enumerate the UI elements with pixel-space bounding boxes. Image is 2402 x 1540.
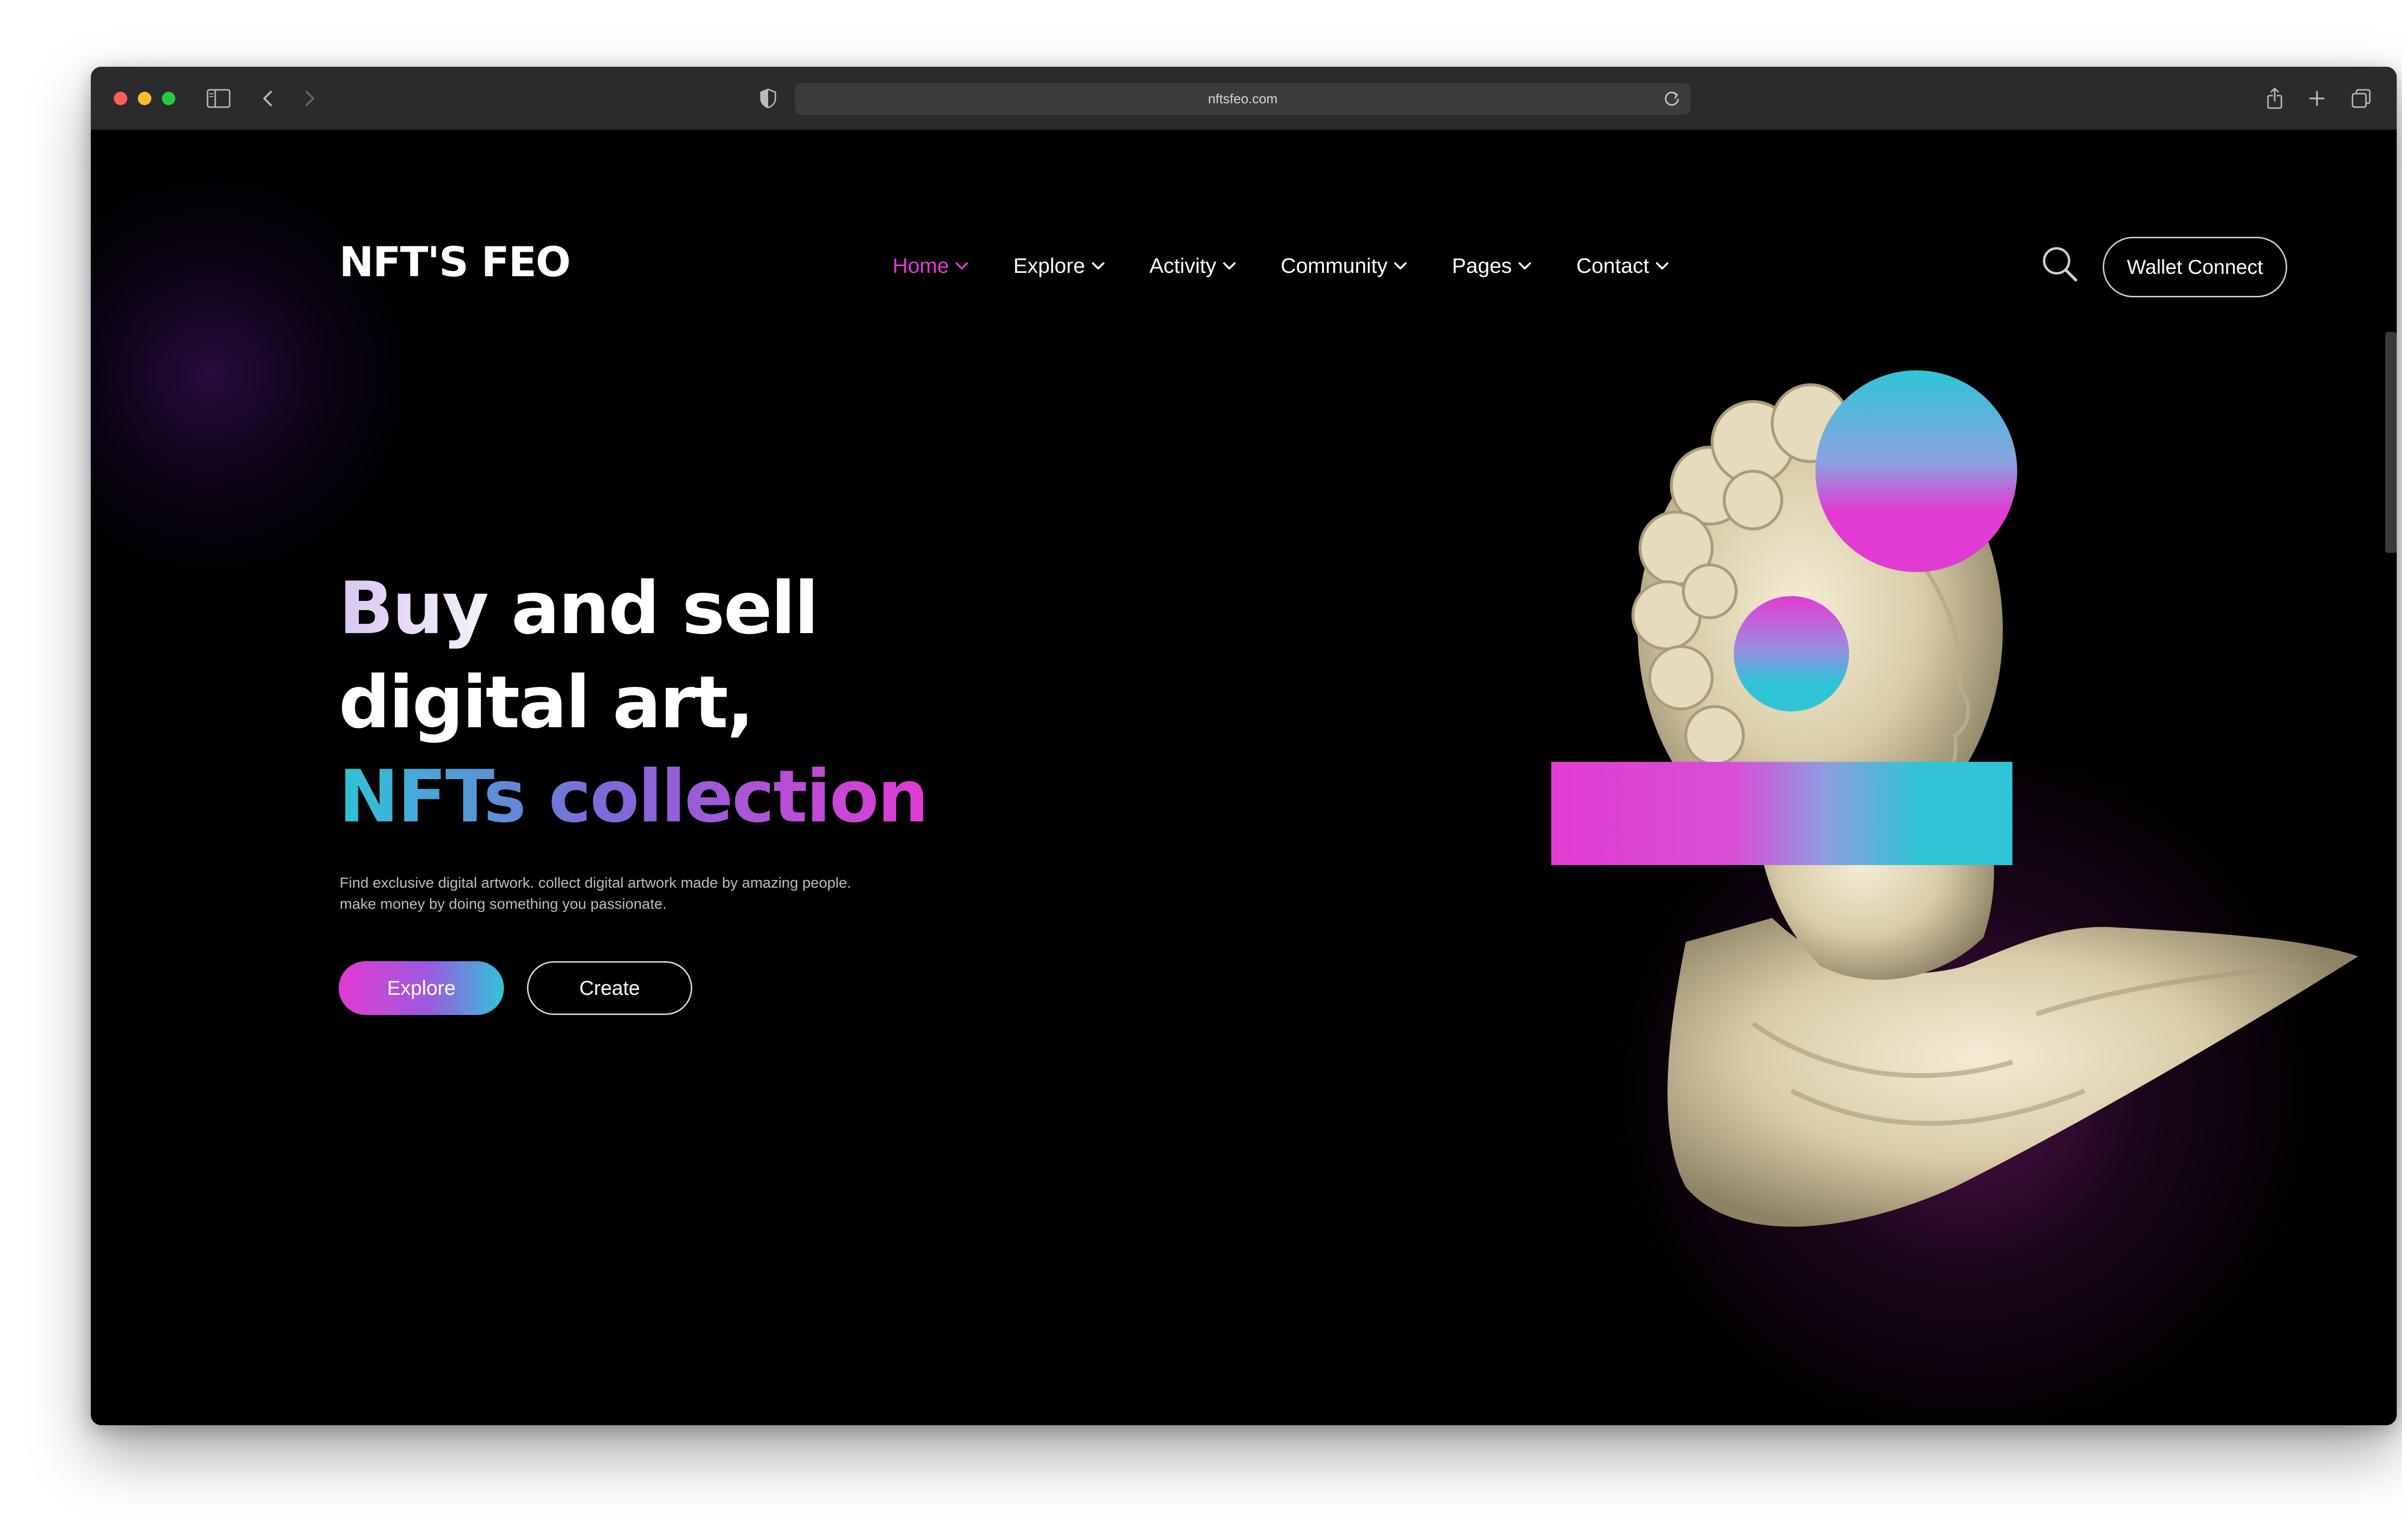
sidebar-icon[interactable] xyxy=(205,85,232,112)
minimize-window-button[interactable] xyxy=(138,92,151,105)
chevron-down-icon xyxy=(1655,262,1668,269)
reload-icon[interactable] xyxy=(1662,89,1682,109)
forward-icon[interactable] xyxy=(296,85,323,112)
shield-icon[interactable] xyxy=(755,85,782,112)
wallet-connect-button[interactable]: Wallet Connect xyxy=(2103,237,2287,297)
page-scrollbar[interactable] xyxy=(2385,332,2397,553)
hero-description: Find exclusive digital artwork. collect … xyxy=(340,872,935,915)
statue-artwork xyxy=(1551,370,2358,1227)
nav-item-community[interactable]: Community xyxy=(1281,254,1408,278)
hero-title: Buy and sell digital art, NFTs collectio… xyxy=(339,562,1107,844)
maximize-window-button[interactable] xyxy=(162,92,175,105)
hero-description-line-1: Find exclusive digital artwork. collect … xyxy=(340,874,851,891)
chevron-down-icon xyxy=(1394,262,1407,269)
browser-window: nftsfeo.com NFT'S FEO Home Explore Activ… xyxy=(91,67,2397,1425)
hero-description-line-2: make money by doing something you passio… xyxy=(340,895,667,912)
nav-item-label: Explore xyxy=(1013,254,1085,278)
chevron-down-icon xyxy=(1519,262,1532,269)
browser-titlebar: nftsfeo.com xyxy=(91,67,2397,130)
hero-title-line-2: digital art, xyxy=(339,661,754,745)
chevron-down-icon xyxy=(1091,262,1104,269)
new-tab-icon[interactable] xyxy=(2304,85,2330,112)
background-glow-left xyxy=(91,159,427,591)
share-icon[interactable] xyxy=(2261,85,2288,112)
main-nav: Home Explore Activity Community Pages Co… xyxy=(893,254,1714,278)
nav-item-label: Contact xyxy=(1576,254,1649,278)
gradient-bar xyxy=(1551,762,2012,865)
site-logo[interactable]: NFT'S FEO xyxy=(339,238,571,286)
hero-title-line-1: Buy and sell xyxy=(339,562,1107,656)
nav-item-label: Community xyxy=(1280,254,1388,278)
pink-cyan-sphere xyxy=(1734,596,1849,711)
nav-item-contact[interactable]: Contact xyxy=(1576,254,1669,278)
create-button[interactable]: Create xyxy=(527,961,692,1015)
nav-item-activity[interactable]: Activity xyxy=(1150,254,1237,278)
tabs-icon[interactable] xyxy=(2348,85,2375,112)
nav-item-pages[interactable]: Pages xyxy=(1452,254,1532,278)
explore-button[interactable]: Explore xyxy=(339,961,504,1015)
nav-item-label: Pages xyxy=(1452,254,1512,278)
chevron-down-icon xyxy=(1223,262,1236,269)
nav-item-explore[interactable]: Explore xyxy=(1013,254,1105,278)
hero-title-line-3: NFTs collection xyxy=(339,750,929,844)
nav-item-label: Activity xyxy=(1149,254,1216,278)
close-window-button[interactable] xyxy=(114,92,127,105)
webpage: NFT'S FEO Home Explore Activity Communit… xyxy=(91,130,2397,1425)
address-bar[interactable]: nftsfeo.com xyxy=(795,83,1691,115)
url-text: nftsfeo.com xyxy=(1208,91,1278,106)
chevron-down-icon xyxy=(956,262,968,269)
back-icon[interactable] xyxy=(254,85,281,112)
search-icon[interactable] xyxy=(2039,244,2080,284)
nav-item-home[interactable]: Home xyxy=(893,254,969,278)
nav-item-label: Home xyxy=(893,254,949,278)
cyan-pink-sphere xyxy=(1815,370,2017,572)
